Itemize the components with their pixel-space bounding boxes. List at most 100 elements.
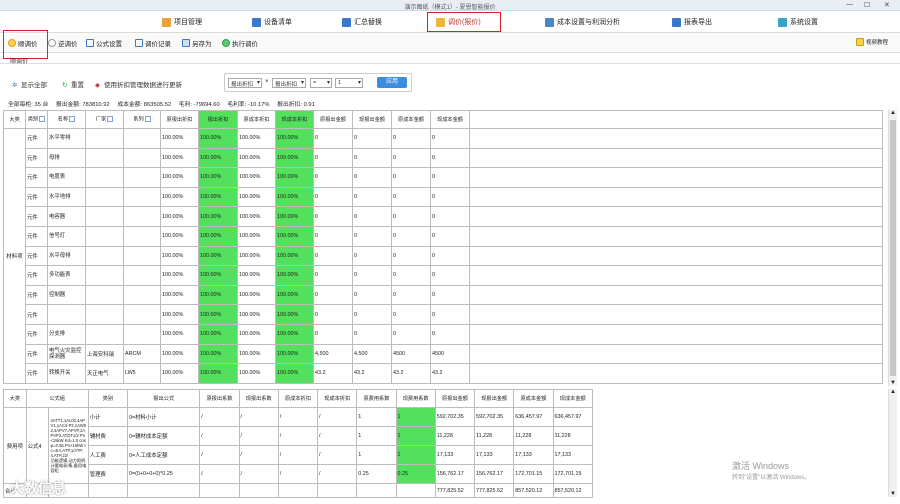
table-row[interactable]: 费用项 公式4 4ATT1,1AL02,4APV1,1AC4-P2,1AW52,4A… [3,407,594,484]
upper-col-header[interactable]: 原报出金额 [313,110,353,129]
save-as-button[interactable]: 另存为 [182,38,212,48]
scroll-up-icon[interactable]: ▲ [890,110,896,116]
table-cell[interactable]: 100.00% [198,206,238,227]
minimize-icon[interactable]: — [846,1,853,8]
table-cell[interactable]: 100.00% [198,128,238,149]
upper-col-header[interactable]: 报出折扣 [198,110,238,129]
table-row[interactable]: 元件 母排 100.00% 100.00% 100.00% 100.00% 0 0 0 0 [4,147,883,169]
table-cell[interactable]: 100.00% [198,265,238,286]
upper-col-header[interactable]: 原报出折扣 [160,110,199,129]
execute-adjust-button[interactable]: 执行调价 [222,38,258,48]
table-cell[interactable]: 100.00% [198,323,238,345]
table-cell[interactable]: 100.00% [275,304,314,325]
upper-scroll-thumb[interactable] [890,120,896,376]
table-cell[interactable]: 100.00% [275,167,314,188]
upper-col-header[interactable]: 类别 [25,110,48,129]
table-cell[interactable]: 100.00% [275,284,314,306]
upper-col-header[interactable]: 大类 [3,110,26,129]
filter-operator-select[interactable]: = [310,78,332,88]
filter-value-input[interactable]: 1 [335,78,363,88]
table-cell[interactable]: 100.00% [275,186,314,208]
scroll-down-icon[interactable]: ▼ [890,380,896,386]
table-cell[interactable]: 100.00% [198,284,238,306]
maximize-icon[interactable]: ☐ [864,1,870,9]
table-cell[interactable]: 100.00% [198,245,238,267]
table-row[interactable]: 元件 100.00% 100.00% 100.00% 100.00% 0 0 0 0 [4,304,883,325]
table-cell[interactable]: 100.00% [198,363,238,384]
table-cell[interactable]: 100.00% [275,265,314,286]
menu-cost-profit[interactable]: 成本设置与利润分析 [545,16,620,28]
scroll-up-icon-2[interactable]: ▲ [890,389,896,395]
table-cell[interactable]: 0.25 [395,464,436,484]
column-filter-icon[interactable] [107,116,114,123]
table-cell[interactable]: 100.00% [198,167,238,188]
table-row[interactable]: 元件 转换开关 天正电气 LW5 100.00% 100.00% 100.00% 100.00… [4,363,883,384]
table-cell[interactable]: 100.00% [198,225,238,247]
upper-col-header[interactable]: 原成本折扣 [237,110,276,129]
table-row[interactable]: 辅材费 0=辅材成本定额 / / //1 1 11,228 11,228 11,228 11,22… [4,426,594,446]
table-cell[interactable]: 100.00% [275,323,314,345]
table-cell[interactable]: 1 [395,445,436,465]
scroll-down-icon-2[interactable]: ▼ [890,491,896,497]
table-row[interactable]: 管理费 0=(0+0+0+0)*0.25// //0.25 0.25 156,762.1… [4,464,594,484]
menu-equipment-list[interactable]: 设备清单 [252,16,292,28]
table-row[interactable]: 元件 控制器 100.00% 100.00% 100.00% 100.00% 0 0 0 0 [4,284,883,306]
table-row[interactable]: 人工费 0=人工成本定额 / / //1 1 17,133 17,133 17,133 17,13… [4,445,594,465]
table-cell-filler [469,128,883,149]
table-cell[interactable]: 1 [395,407,436,427]
table-cell-filler [469,206,883,227]
upper-col-header[interactable]: 厂家 [85,110,124,129]
reverse-adjust-button[interactable]: 逆调价 [48,38,78,48]
table-row[interactable]: 元件 电容器 100.00% 100.00% 100.00% 100.00% 0 0 0 0 [4,206,883,227]
column-filter-icon[interactable] [144,116,151,123]
table-cell[interactable]: 100.00% [275,128,314,149]
table-cell[interactable]: 100.00% [198,304,238,325]
table-row[interactable]: 元件 分支排 100.00% 100.00% 100.00% 100.00% 0 0 0 0 [4,323,883,345]
table-cell[interactable]: 100.00% [275,245,314,267]
menu-project-management[interactable]: 项目管理 [162,16,202,28]
adjust-history-button[interactable]: 调价记录 [135,38,171,48]
upper-col-header[interactable]: 现报出金额 [352,110,392,129]
filter-field-select[interactable]: 报出折扣 [228,78,262,88]
table-cell[interactable]: 100.00% [198,343,238,365]
menu-system-settings[interactable]: 系统设置 [778,16,818,28]
table-cell [123,167,161,188]
close-icon[interactable]: ✕ [884,1,890,9]
menu-summary-replace[interactable]: 汇总替换 [342,16,382,28]
table-row[interactable]: 元件 电气火灾监控探测器 上海安科瑞 ARCM 100.00% 100.00% 100.00… [4,343,883,365]
reset-button[interactable]: ↻ 重置 [62,79,84,90]
column-filter-icon[interactable] [69,116,76,123]
formula-settings-button[interactable]: 公式设置 [86,38,122,48]
upper-col-header[interactable]: 现成本折扣 [275,110,314,129]
upper-scrollbar[interactable]: ▲ ▼ [888,110,897,386]
table-row[interactable]: 元件 水平地排 100.00% 100.00% 100.00% 100.00% 0 0 0 0 [4,186,883,208]
upper-col-header[interactable]: 现成本金额 [430,110,470,129]
table-row[interactable]: 元件 多功能表 100.00% 100.00% 100.00% 100.00% 0 0 0 0 [4,265,883,286]
table-row[interactable]: 元件 电度表 100.00% 100.00% 100.00% 100.00% 0 0 0 0 [4,167,883,188]
table-cell[interactable]: 100.00% [275,206,314,227]
lower-scrollbar[interactable]: ▲ ▼ [888,389,897,497]
upper-col-header[interactable]: 名称 [47,110,86,129]
table-cell[interactable]: 1 [395,426,436,446]
show-all-button[interactable]: ✲ 显示全部 [12,79,47,90]
table-cell: / [277,464,319,484]
menu-report-export[interactable]: 报表导出 [672,16,712,28]
column-filter-icon[interactable] [39,116,46,123]
upper-col-header[interactable]: 原成本金额 [391,110,431,129]
filter-field2-select[interactable]: 报出折扣 [272,78,306,88]
table-cell[interactable]: 100.00% [275,363,314,384]
use-discount-data-button[interactable]: ◆ 使用折扣管理数据进行更新 [95,79,182,90]
table-cell[interactable]: 100.00% [198,186,238,208]
apply-button[interactable]: 应用 [377,77,407,88]
lower-col-header: 原报出金额 [434,389,476,408]
video-tutorial-button[interactable]: 视频教程 [856,38,888,46]
tab-forward-adjust[interactable]: 顺调价 [10,56,28,65]
table-row[interactable]: 元件 信号灯 100.00% 100.00% 100.00% 100.00% 0 0 0 0 [4,225,883,247]
table-cell[interactable]: 100.00% [275,147,314,169]
table-cell[interactable]: 100.00% [275,343,314,365]
table-row[interactable]: 材料项 元件 水平零排 100.00% 100.00% 100.00% 100.00% 0 0 0… [3,128,883,384]
upper-col-header[interactable]: 系列 [123,110,161,129]
table-cell[interactable]: 100.00% [275,225,314,247]
table-row[interactable]: 元件 水平母排 100.00% 100.00% 100.00% 100.00% 0 0 0 0 [4,245,883,267]
table-cell[interactable]: 100.00% [198,147,238,169]
